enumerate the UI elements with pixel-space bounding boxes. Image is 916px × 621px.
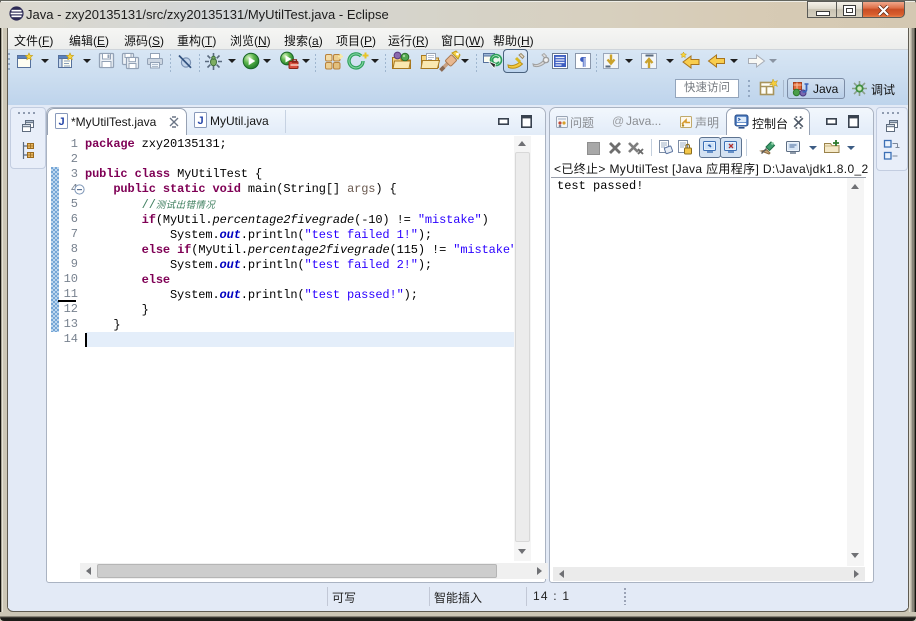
svg-text:J: J — [197, 115, 203, 127]
svg-text:¶: ¶ — [579, 54, 586, 69]
svg-text:J: J — [58, 116, 64, 128]
